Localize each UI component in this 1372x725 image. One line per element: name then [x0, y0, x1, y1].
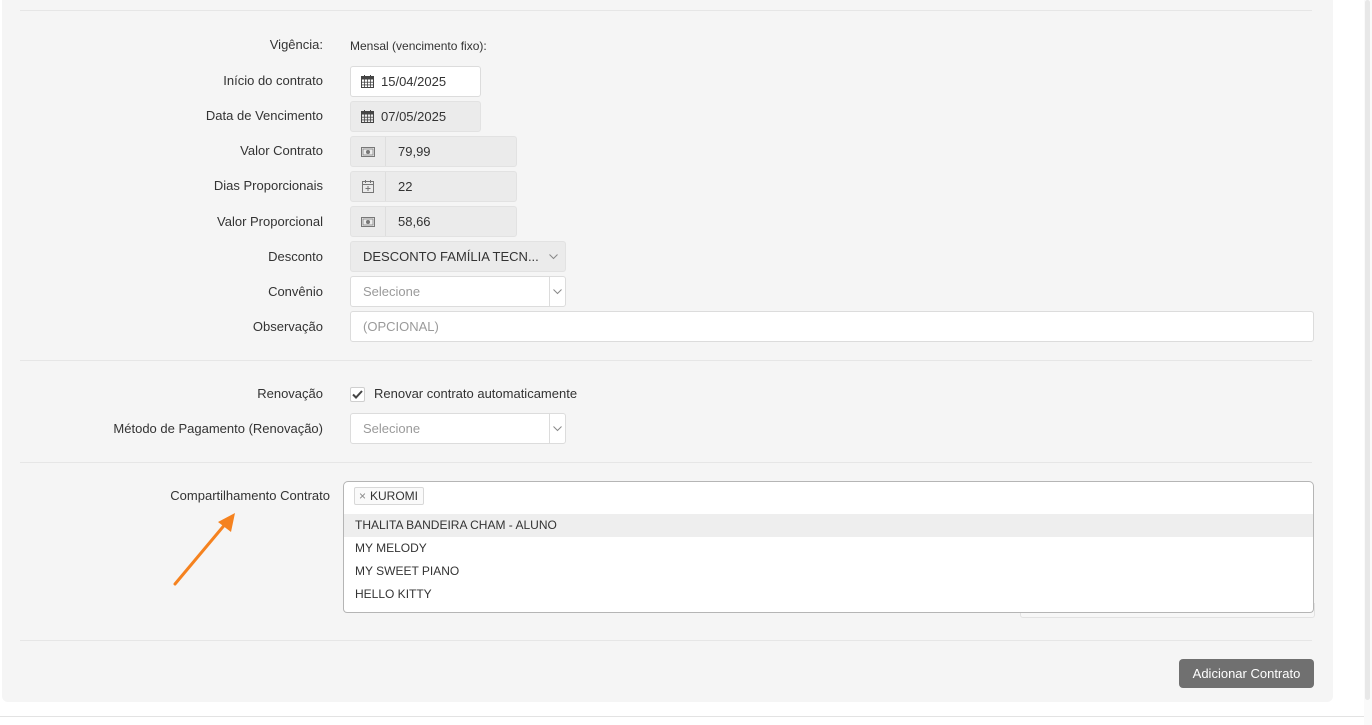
- renovar-checkbox[interactable]: [350, 387, 365, 402]
- dropdown-option[interactable]: MY SWEET PIANO: [344, 560, 1313, 583]
- scrollbar[interactable]: [1364, 0, 1372, 725]
- dropdown-option[interactable]: THALITA BANDEIRA CHAM - ALUNO: [344, 514, 1313, 537]
- data-vencimento-input[interactable]: 07/05/2025: [350, 101, 481, 132]
- convenio-placeholder: Selecione: [363, 284, 421, 299]
- desconto-select[interactable]: DESCONTO FAMÍLIA TECN...: [350, 241, 566, 272]
- divider: [20, 10, 1312, 11]
- renovar-checkbox-label[interactable]: Renovar contrato automaticamente: [374, 386, 577, 402]
- annotation-arrow-icon: [173, 513, 235, 586]
- compartilhamento-multiselect[interactable]: × KUROMI: [343, 481, 1314, 512]
- valor-contrato-input[interactable]: 79,99: [350, 136, 517, 167]
- convenio-select[interactable]: Selecione: [350, 276, 566, 307]
- metodo-pagamento-placeholder: Selecione: [363, 421, 421, 436]
- metodo-pagamento-label: Método de Pagamento (Renovação): [113, 421, 323, 436]
- scrollbar-thumb[interactable]: [1365, 0, 1370, 700]
- remove-tag-icon[interactable]: ×: [359, 489, 366, 503]
- inicio-contrato-value: 15/04/2025: [381, 74, 447, 89]
- chevron-down-icon: [549, 277, 565, 306]
- desconto-label: Desconto: [268, 249, 323, 264]
- divider: [20, 640, 1312, 641]
- valor-proporcional-input[interactable]: 58,66: [350, 206, 517, 237]
- dias-proporcionais-label: Dias Proporcionais: [213, 178, 323, 193]
- vigencia-label: Vigência:: [269, 37, 323, 52]
- observacao-label: Observação: [252, 319, 323, 334]
- chevron-down-icon: [546, 242, 561, 271]
- money-icon: [351, 207, 386, 236]
- renovacao-label: Renovação: [257, 386, 323, 401]
- valor-contrato-value: 79,99: [398, 144, 431, 159]
- valor-contrato-label: Valor Contrato: [240, 143, 323, 158]
- calendar-icon: [361, 75, 374, 88]
- dropdown-option[interactable]: HELLO KITTY: [344, 583, 1313, 606]
- inicio-contrato-input[interactable]: 15/04/2025: [350, 66, 481, 97]
- data-vencimento-label: Data de Vencimento: [205, 108, 323, 123]
- observacao-placeholder: (OPCIONAL): [363, 319, 439, 334]
- selected-tag-label: KUROMI: [370, 489, 419, 503]
- convenio-label: Convênio: [268, 284, 323, 299]
- metodo-pagamento-select[interactable]: Selecione: [350, 413, 566, 444]
- calendar-icon: [361, 110, 374, 123]
- selected-tag: × KUROMI: [354, 487, 425, 505]
- page-bottom-border: [0, 716, 1364, 717]
- valor-proporcional-label: Valor Proporcional: [217, 214, 323, 229]
- desconto-value: DESCONTO FAMÍLIA TECN...: [363, 249, 539, 264]
- add-contract-button[interactable]: Adicionar Contrato: [1179, 659, 1314, 688]
- dias-proporcionais-value: 22: [398, 179, 413, 194]
- valor-proporcional-value: 58,66: [398, 214, 431, 229]
- compartilhamento-label: Compartilhamento Contrato: [170, 488, 330, 503]
- chevron-down-icon: [549, 414, 565, 443]
- check-icon: [352, 390, 363, 399]
- observacao-input[interactable]: (OPCIONAL): [350, 311, 1314, 342]
- money-icon: [351, 137, 386, 166]
- divider: [20, 360, 1312, 361]
- divider: [20, 462, 1312, 463]
- dias-proporcionais-input[interactable]: 22: [350, 171, 517, 202]
- data-vencimento-value: 07/05/2025: [381, 109, 447, 124]
- inicio-contrato-label: Início do contrato: [223, 73, 323, 88]
- dropdown-option[interactable]: MY MELODY: [344, 537, 1313, 560]
- compartilhamento-dropdown: THALITA BANDEIRA CHAM - ALUNO MY MELODY …: [343, 511, 1314, 613]
- vigencia-value: Mensal (vencimento fixo):: [350, 39, 487, 53]
- calendar-plus-icon: [351, 172, 386, 201]
